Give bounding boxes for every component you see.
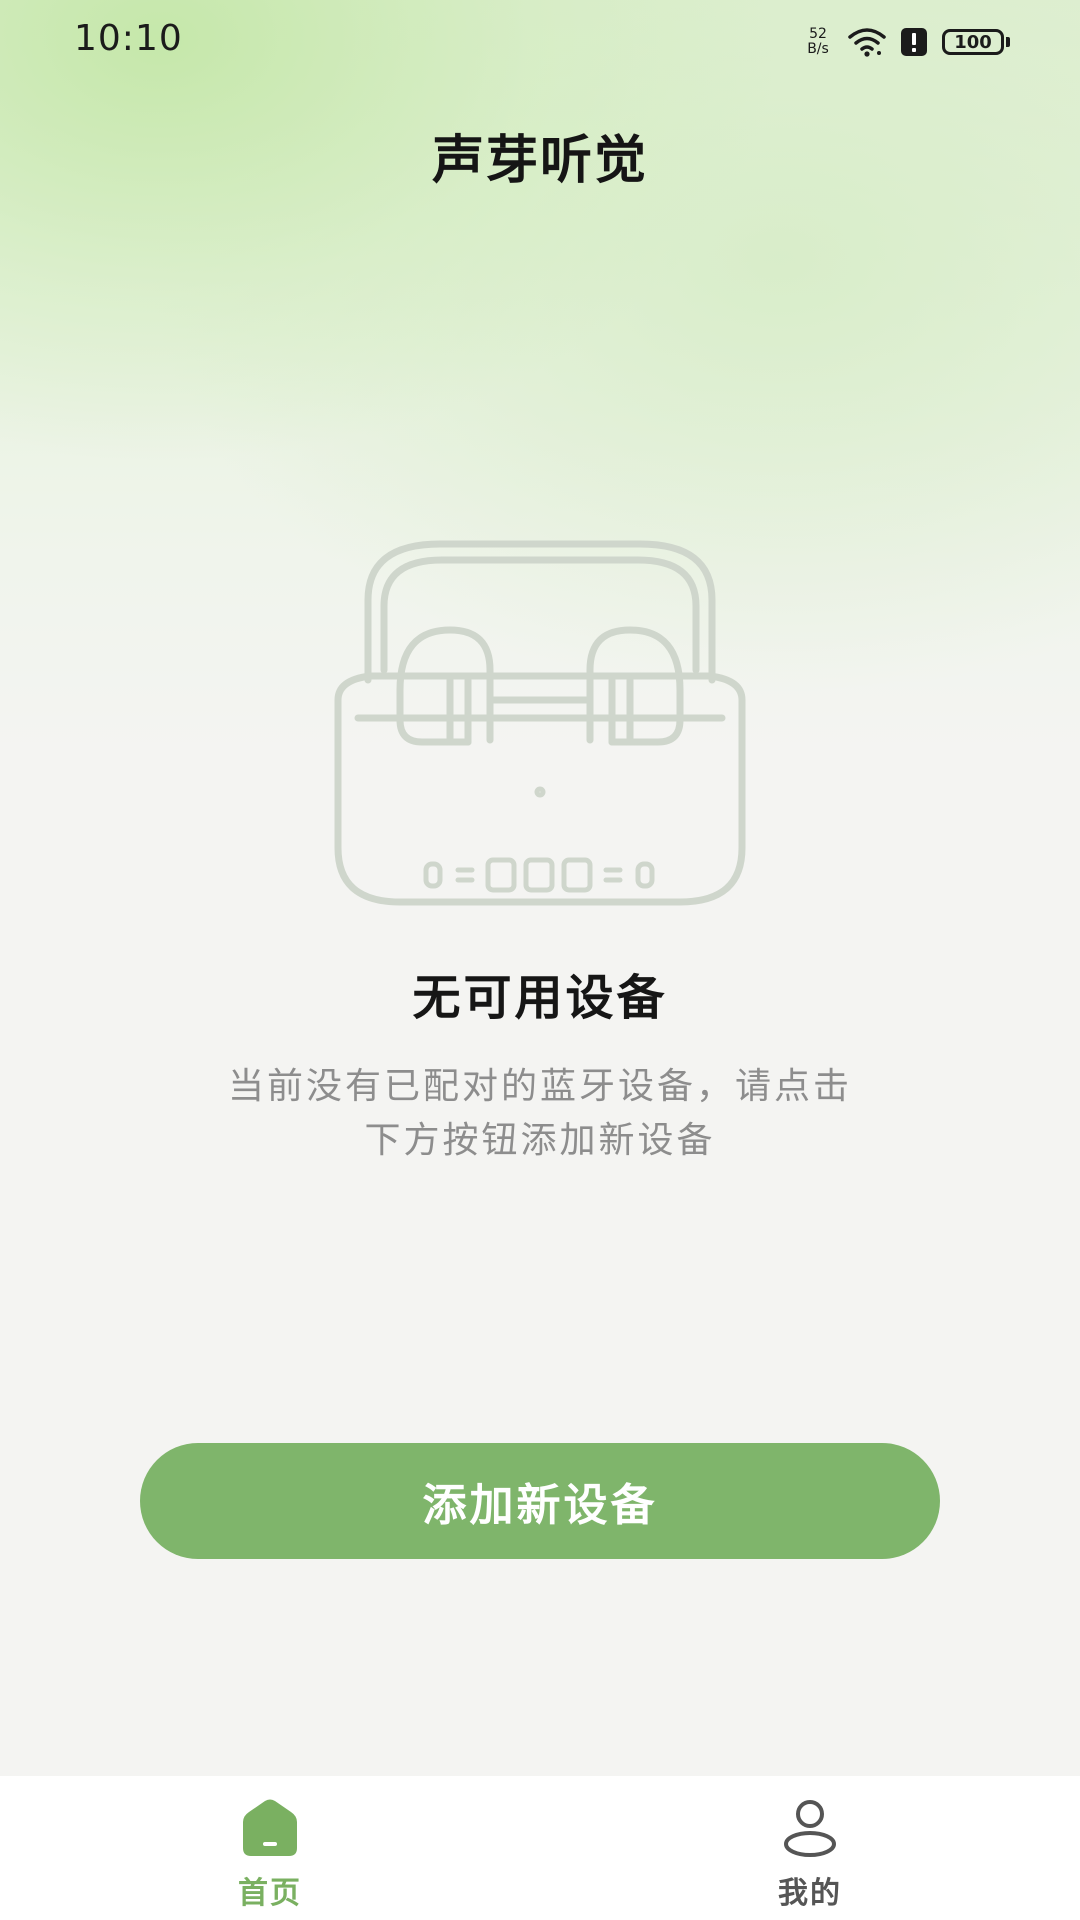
empty-state-description: 当前没有已配对的蓝牙设备，请点击 下方按钮添加新设备 [160, 1060, 920, 1168]
tab-mine-label: 我的 [778, 1876, 842, 1911]
status-time: 10:10 [74, 18, 183, 59]
wifi-icon [848, 28, 886, 57]
empty-state-description-line2: 下方按钮添加新设备 [364, 1120, 716, 1161]
home-icon [243, 1799, 297, 1856]
earbuds-case-illustration [334, 540, 746, 906]
alert-icon [901, 28, 927, 56]
profile-icon [784, 1800, 836, 1857]
battery-level: 100 [942, 29, 1004, 55]
status-bar: 10:10 52 B/s 100 [0, 0, 1080, 80]
battery-icon: 100 [942, 29, 1010, 55]
network-speed-unit: B/s [807, 41, 829, 57]
network-speed-value: 52 [809, 26, 827, 42]
bottom-tab-bar: 首页 我的 [0, 1776, 1080, 1920]
status-icons: 52 B/s 100 [802, 22, 1010, 62]
add-device-button[interactable]: 添加新设备 [140, 1443, 940, 1559]
battery-tip [1006, 37, 1010, 47]
network-speed: 52 B/s [802, 27, 834, 57]
tab-mine[interactable]: 我的 [670, 1776, 950, 1920]
tab-home[interactable]: 首页 [130, 1776, 410, 1920]
empty-state-description-line1: 当前没有已配对的蓝牙设备，请点击 [227, 1066, 852, 1107]
page-title: 声芽听觉 [431, 131, 648, 191]
tab-home-label: 首页 [238, 1876, 302, 1911]
empty-state-title: 无可用设备 [412, 970, 668, 1026]
